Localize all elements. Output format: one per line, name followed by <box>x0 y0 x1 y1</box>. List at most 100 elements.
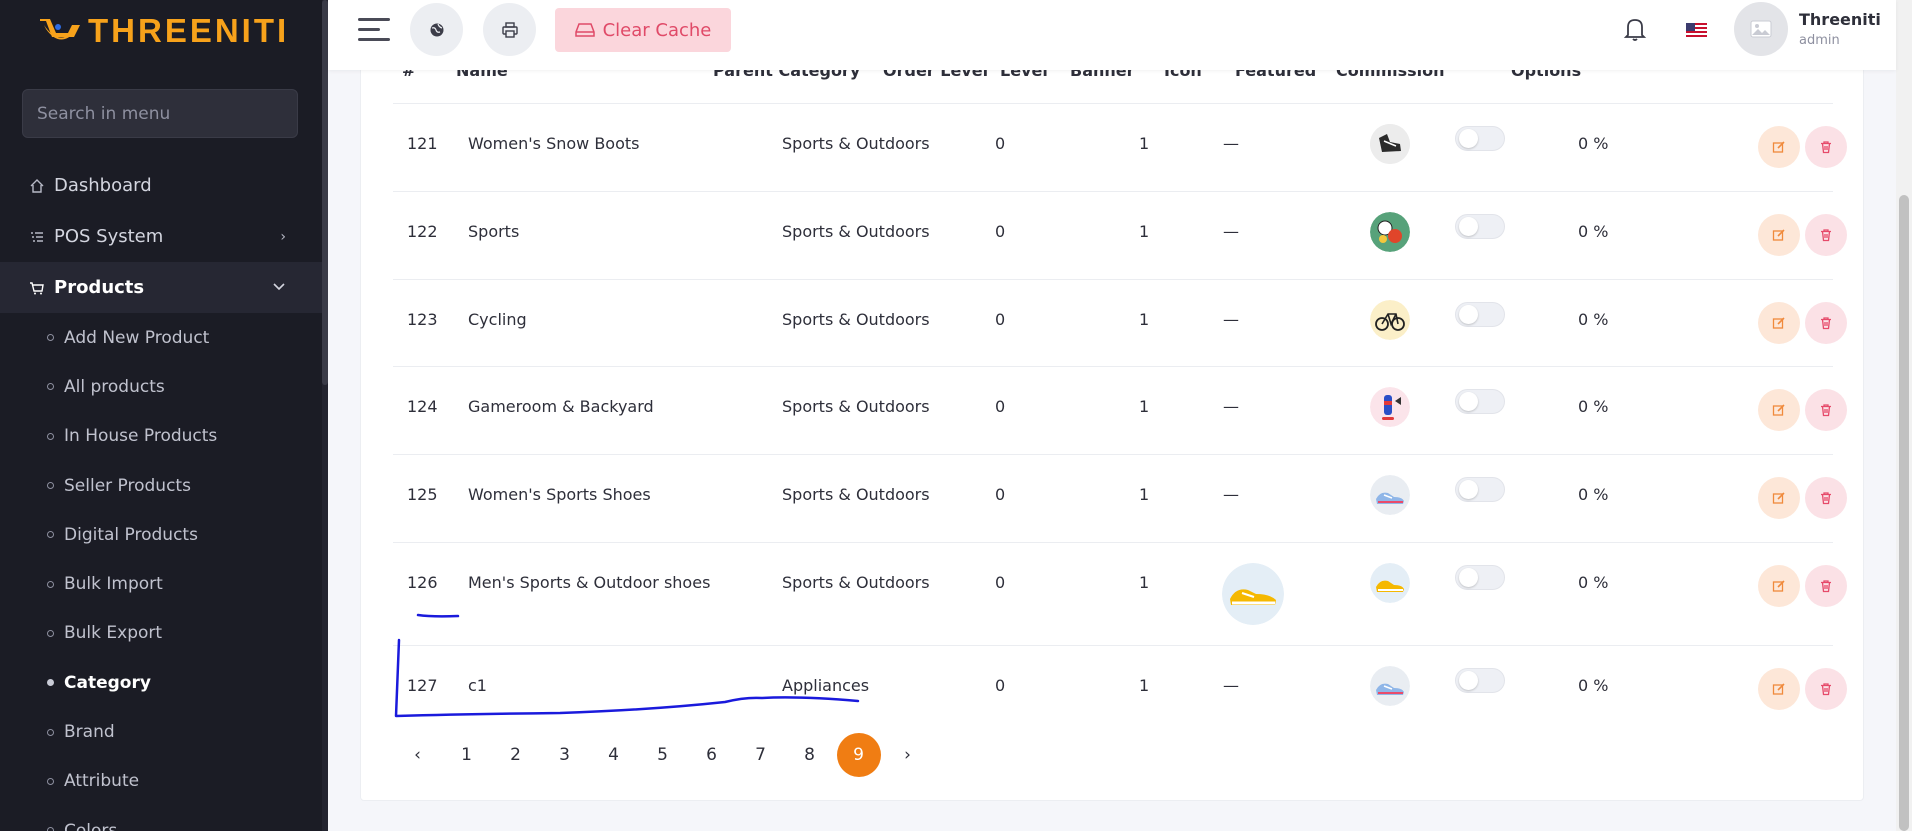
sidebar-search-input[interactable]: Search in menu <box>22 89 298 138</box>
edit-icon <box>1772 683 1785 695</box>
sidebar-item-pos-system[interactable]: POS System › <box>0 211 322 262</box>
row-id: 126 <box>407 573 438 592</box>
row-commission: 0 % <box>1578 222 1609 241</box>
edit-button[interactable] <box>1758 302 1800 344</box>
table-row: 125 Women's Sports Shoes Sports & Outdoo… <box>393 454 1847 542</box>
row-name: Men's Sports & Outdoor shoes <box>468 573 711 592</box>
delete-button[interactable] <box>1805 477 1847 519</box>
chevron-right-icon: › <box>280 228 286 245</box>
pagination-prev-label: ‹ <box>414 745 421 765</box>
sidebar-subitem-add-new-product[interactable]: Add New Product <box>0 313 322 362</box>
row-banner: — <box>1223 397 1239 416</box>
sidebar-subitem-label: In House Products <box>64 426 218 447</box>
row-order-level: 0 <box>995 485 1006 504</box>
sidebar-menu: Dashboard POS System › Products Add New … <box>0 160 322 831</box>
featured-toggle[interactable] <box>1455 668 1505 693</box>
pagination-prev[interactable]: ‹ <box>393 733 442 777</box>
menu-toggle-icon[interactable] <box>358 18 390 44</box>
row-banner: — <box>1223 310 1239 329</box>
row-level: 1 <box>1139 485 1150 504</box>
sidebar-subitem-label: All products <box>64 376 165 397</box>
delete-button[interactable] <box>1805 214 1847 256</box>
delete-button[interactable] <box>1805 126 1847 168</box>
sports-balls-icon <box>1370 212 1410 252</box>
image-placeholder-icon <box>1750 20 1772 38</box>
sidebar-subitem-bulk-export[interactable]: Bulk Export <box>0 609 322 658</box>
user-name[interactable]: Threeniti <box>1799 10 1881 29</box>
page-number: 4 <box>608 745 619 765</box>
page-number: 6 <box>706 745 717 765</box>
sidebar-subitem-seller-products[interactable]: Seller Products <box>0 461 322 510</box>
edit-button[interactable] <box>1758 214 1800 256</box>
featured-toggle[interactable] <box>1455 565 1505 590</box>
delete-button[interactable] <box>1805 565 1847 607</box>
featured-toggle[interactable] <box>1455 389 1505 414</box>
bullet-icon <box>47 383 54 391</box>
delete-button[interactable] <box>1805 302 1847 344</box>
sidebar-subitem-all-products[interactable]: All products <box>0 362 322 411</box>
sidebar-item-dashboard[interactable]: Dashboard <box>0 160 322 211</box>
us-flag-icon[interactable] <box>1686 23 1707 38</box>
featured-toggle[interactable] <box>1455 477 1505 502</box>
sidebar-subitem-category[interactable]: Category <box>0 658 322 707</box>
bullet-icon <box>47 679 54 687</box>
clear-cache-label: Clear Cache <box>602 19 712 41</box>
row-id: 121 <box>407 134 438 153</box>
pagination-page[interactable]: 4 <box>589 733 638 777</box>
pagination-next-label: › <box>904 745 911 765</box>
edit-button[interactable] <box>1758 126 1800 168</box>
table-row: 124 Gameroom & Backyard Sports & Outdoor… <box>393 366 1847 454</box>
pagination-page[interactable]: 7 <box>736 733 785 777</box>
pagination-page[interactable]: 8 <box>785 733 834 777</box>
category-table-card: # Name Parent Category Order Level Level… <box>360 30 1864 801</box>
featured-toggle[interactable] <box>1455 126 1505 151</box>
edit-button[interactable] <box>1758 668 1800 710</box>
print-button[interactable] <box>483 3 536 56</box>
sidebar-subitem-in-house-products[interactable]: In House Products <box>0 412 322 461</box>
snow-boot-icon <box>1370 124 1410 164</box>
featured-toggle[interactable] <box>1455 214 1505 239</box>
trash-icon <box>1821 580 1831 593</box>
page-scrollbar[interactable] <box>1896 0 1912 831</box>
sidebar-item-products[interactable]: Products <box>0 262 322 313</box>
row-banner: — <box>1223 134 1239 153</box>
sidebar-scrollbar[interactable] <box>322 0 328 831</box>
trash-icon <box>1821 141 1831 154</box>
notifications-button[interactable] <box>1620 14 1650 44</box>
pagination-page[interactable]: 3 <box>540 733 589 777</box>
row-order-level: 0 <box>995 676 1006 695</box>
delete-button[interactable] <box>1805 668 1847 710</box>
pagination-page[interactable]: 2 <box>491 733 540 777</box>
logo-text: THREENITI <box>88 12 290 49</box>
pagination-page-current[interactable]: 9 <box>834 733 883 777</box>
pagination-page[interactable]: 1 <box>442 733 491 777</box>
pagination-page[interactable]: 5 <box>638 733 687 777</box>
pagination-next[interactable]: › <box>883 733 932 777</box>
row-id: 123 <box>407 310 438 329</box>
sidebar-subitem-digital-products[interactable]: Digital Products <box>0 510 322 559</box>
page-scrollbar-thumb[interactable] <box>1899 195 1909 831</box>
delete-button[interactable] <box>1805 389 1847 431</box>
clear-cache-button[interactable]: Clear Cache <box>555 8 731 52</box>
pagination-page[interactable]: 6 <box>687 733 736 777</box>
sidebar-item-label: Products <box>54 277 145 298</box>
avatar[interactable] <box>1734 2 1788 56</box>
edit-button[interactable] <box>1758 565 1800 607</box>
row-level: 1 <box>1139 222 1150 241</box>
featured-toggle[interactable] <box>1455 302 1505 327</box>
row-parent-category: Sports & Outdoors <box>782 573 930 592</box>
edit-button[interactable] <box>1758 477 1800 519</box>
sidebar-subitem-brand[interactable]: Brand <box>0 707 322 756</box>
sidebar-subitem-colors[interactable]: Colors <box>0 806 322 831</box>
row-commission: 0 % <box>1578 397 1609 416</box>
bullet-icon <box>47 827 54 831</box>
row-banner: — <box>1223 485 1239 504</box>
row-level: 1 <box>1139 310 1150 329</box>
globe-button[interactable] <box>410 3 463 56</box>
bullet-icon <box>47 629 54 637</box>
logo[interactable]: THREENITI <box>38 12 289 50</box>
sidebar-subitem-attribute[interactable]: Attribute <box>0 757 322 806</box>
trash-icon <box>1821 492 1831 505</box>
edit-button[interactable] <box>1758 389 1800 431</box>
sidebar-subitem-bulk-import[interactable]: Bulk Import <box>0 559 322 608</box>
